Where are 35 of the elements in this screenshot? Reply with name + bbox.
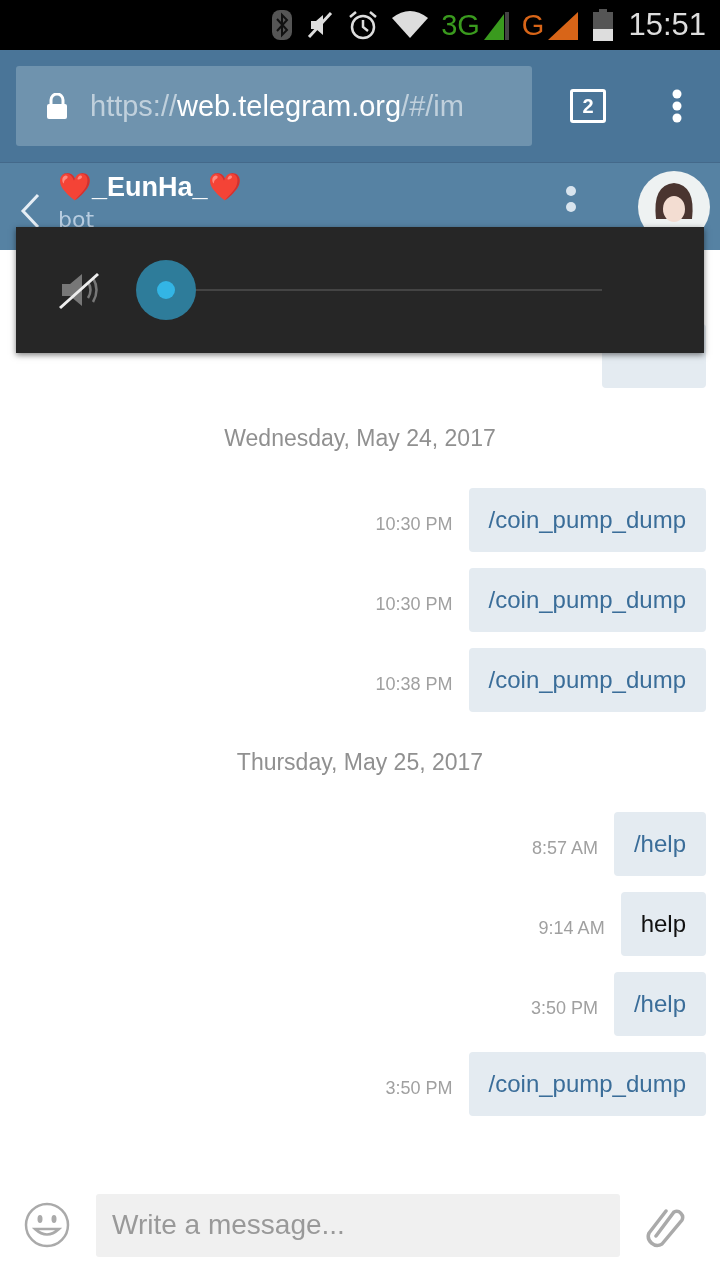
message-time: 10:38 PM [375, 672, 453, 695]
message-time: 10:30 PM [375, 512, 453, 535]
network-type: 3G [441, 8, 480, 42]
url-text: https://web.telegram.org/#/im [90, 89, 464, 123]
address-bar[interactable]: https://web.telegram.org/#/im [16, 66, 532, 146]
muted-speaker-icon[interactable] [58, 270, 102, 310]
date-divider: Thursday, May 25, 2017 [235, 747, 485, 777]
back-icon[interactable] [20, 193, 40, 229]
more-icon[interactable] [565, 185, 577, 215]
bluetooth-icon [271, 9, 294, 41]
command-message: /coin_pump_dump [468, 648, 706, 712]
menu-icon[interactable] [672, 89, 682, 123]
message-time: 10:30 PM [375, 592, 453, 615]
signal-icon [548, 10, 581, 40]
chat-subtitle: bot [58, 207, 96, 232]
message-time: 9:14 AM [538, 916, 605, 939]
message-time: 3:50 PM [385, 1076, 453, 1099]
message-time: 3:50 PM [530, 996, 598, 1019]
command-message: /help [613, 972, 706, 1036]
command-message: /coin_pump_dump [468, 488, 706, 552]
message-bubble: help [620, 892, 706, 956]
tab-count-button[interactable]: 2 [570, 89, 606, 123]
command-message: /coin_pump_dump [468, 568, 706, 632]
battery-icon [592, 9, 615, 41]
date-divider: Wednesday, May 24, 2017 [223, 423, 497, 453]
signal-icon [483, 10, 510, 40]
wifi-icon [391, 10, 430, 40]
network-type: G [521, 8, 545, 42]
chat-title: ❤_EunHa_❤ [58, 171, 242, 203]
message-time: 8:57 AM [531, 836, 598, 859]
message-input[interactable]: Write a message... [96, 1193, 620, 1257]
command-message: /coin_pump_dump [468, 1052, 706, 1116]
clock: 15:51 [628, 7, 706, 43]
lock-icon [46, 93, 68, 119]
command-message: /help [613, 812, 706, 876]
